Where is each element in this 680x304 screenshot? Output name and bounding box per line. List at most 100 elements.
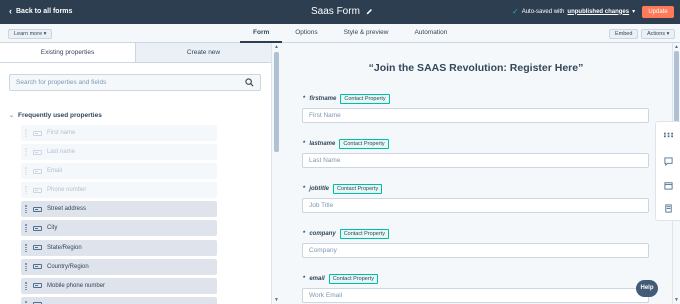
help-button[interactable]: Help <box>636 280 658 297</box>
field-label-company: * company Contact Property <box>303 229 389 239</box>
grip-icon <box>25 186 27 195</box>
learn-more-button[interactable]: Learn more ▾ <box>8 29 53 39</box>
grip-icon[interactable] <box>25 281 27 290</box>
property-item-city[interactable]: City <box>21 220 217 237</box>
editor-toolbar: Learn more ▾ Form Options Style & previe… <box>0 24 680 43</box>
side-rail <box>655 121 680 221</box>
property-item-mobile-phone[interactable]: Mobile phone number <box>21 277 217 294</box>
field-label-email: * email Contact Property <box>303 274 378 284</box>
contact-property-badge: Contact Property <box>340 94 390 104</box>
editor-tabs: Form Options Style & preview Automation <box>240 24 460 43</box>
contact-property-badge: Contact Property <box>333 184 383 194</box>
property-item-first-name: First name <box>21 125 217 141</box>
embed-button[interactable]: Embed <box>609 29 639 39</box>
form-title-text: Saas Form <box>311 6 360 17</box>
calendar-icon[interactable] <box>664 181 673 190</box>
frequently-used-section-toggle[interactable]: ⌄ Frequently used properties <box>9 112 102 119</box>
field-icon <box>33 283 42 289</box>
autosave-prefix: Auto-saved with <box>521 8 565 15</box>
unpublished-changes-link[interactable]: unpublished changes <box>567 9 629 15</box>
field-name: email <box>309 276 325 282</box>
property-label: Email <box>47 168 63 175</box>
scroll-down-icon[interactable]: ▼ <box>674 297 679 303</box>
tab-create-new[interactable]: Create new <box>135 43 271 62</box>
email-field[interactable]: Work Email <box>302 288 649 303</box>
field-icon <box>33 149 42 155</box>
update-button[interactable]: Update <box>642 6 674 18</box>
company-field[interactable]: Company <box>302 243 649 258</box>
field-icon <box>33 130 42 136</box>
contact-property-badge: Contact Property <box>328 274 378 284</box>
scrollbar-thumb[interactable] <box>274 52 279 152</box>
field-icon <box>33 245 42 251</box>
form-title[interactable]: Saas Form <box>311 6 373 17</box>
grip-icon[interactable] <box>25 243 27 252</box>
tab-existing-properties[interactable]: Existing properties <box>0 43 135 62</box>
lastname-field[interactable]: Last Name <box>302 153 649 168</box>
form-heading[interactable]: “Join the SAAS Revolution: Register Here… <box>280 62 672 74</box>
required-marker: * <box>303 186 306 192</box>
property-label: Mobile phone number <box>47 282 106 289</box>
grip-icon <box>25 148 27 157</box>
required-marker: * <box>303 96 306 102</box>
top-bar: ‹ Back to all forms Saas Form ✓ Auto-sav… <box>0 0 680 24</box>
search-input[interactable] <box>10 75 235 90</box>
field-icon <box>33 225 42 231</box>
field-icon <box>33 168 42 174</box>
book-icon[interactable] <box>664 204 673 213</box>
property-label: Street address <box>47 206 87 213</box>
grip-icon[interactable] <box>25 224 27 233</box>
property-item-partial[interactable] <box>21 296 217 304</box>
property-label: Phone number <box>47 187 87 194</box>
tab-options[interactable]: Options <box>282 24 330 43</box>
jobtitle-field[interactable]: Job Title <box>302 198 649 213</box>
field-name: firstname <box>309 96 337 102</box>
back-label: Back to all forms <box>16 7 73 15</box>
property-label: State/Region <box>47 244 82 251</box>
panel-tabs: Existing properties Create new <box>0 43 271 63</box>
property-item-phone-number: Phone number <box>21 182 217 199</box>
chat-icon[interactable] <box>664 157 673 166</box>
property-label: Country/Region <box>47 263 89 270</box>
form-preview: “Join the SAAS Revolution: Register Here… <box>280 43 672 304</box>
property-label: Last name <box>47 149 76 156</box>
field-name: jobtitle <box>309 186 330 192</box>
grip-icon <box>25 167 27 176</box>
scrollbar-thumb[interactable] <box>674 51 679 126</box>
grid-icon[interactable] <box>664 130 673 139</box>
actions-button[interactable]: Actions ▾ <box>641 29 676 39</box>
pencil-icon[interactable] <box>366 8 373 15</box>
field-icon <box>33 264 42 270</box>
field-name: company <box>309 231 336 237</box>
property-search <box>9 74 261 91</box>
property-label: City <box>47 225 58 232</box>
required-marker: * <box>303 141 306 147</box>
check-icon: ✓ <box>512 6 519 16</box>
field-name: lastname <box>309 141 336 147</box>
chevron-down-icon[interactable]: ▾ <box>632 8 635 15</box>
field-label-firstname: * firstname Contact Property <box>303 94 390 104</box>
property-item-state-region[interactable]: State/Region <box>21 239 217 256</box>
scroll-down-icon[interactable]: ▼ <box>274 297 279 303</box>
tab-form[interactable]: Form <box>240 24 283 43</box>
chevron-left-icon: ‹ <box>9 6 12 16</box>
property-item-country-region[interactable]: Country/Region <box>21 258 217 275</box>
search-icon[interactable] <box>245 78 254 87</box>
grip-icon <box>25 129 27 137</box>
scroll-up-icon[interactable]: ▲ <box>274 44 279 50</box>
required-marker: * <box>303 231 306 237</box>
scroll-up-icon[interactable]: ▲ <box>674 44 679 50</box>
left-scrollbar[interactable]: ▲ ▼ <box>271 43 280 304</box>
property-list: First name Last name Email Phone number … <box>21 125 217 304</box>
field-icon <box>33 187 42 193</box>
grip-icon[interactable] <box>25 262 27 271</box>
property-item-street-address[interactable]: Street address <box>21 201 217 218</box>
contact-property-badge: Contact Property <box>339 139 389 149</box>
tab-automation[interactable]: Automation <box>401 24 460 43</box>
back-to-forms-link[interactable]: ‹ Back to all forms <box>9 6 73 16</box>
grip-icon[interactable] <box>25 205 27 214</box>
chevron-down-icon: ⌄ <box>9 113 15 119</box>
tab-style-preview[interactable]: Style & preview <box>331 24 402 43</box>
contact-property-badge: Contact Property <box>339 229 389 239</box>
firstname-field[interactable]: First Name <box>302 108 649 123</box>
